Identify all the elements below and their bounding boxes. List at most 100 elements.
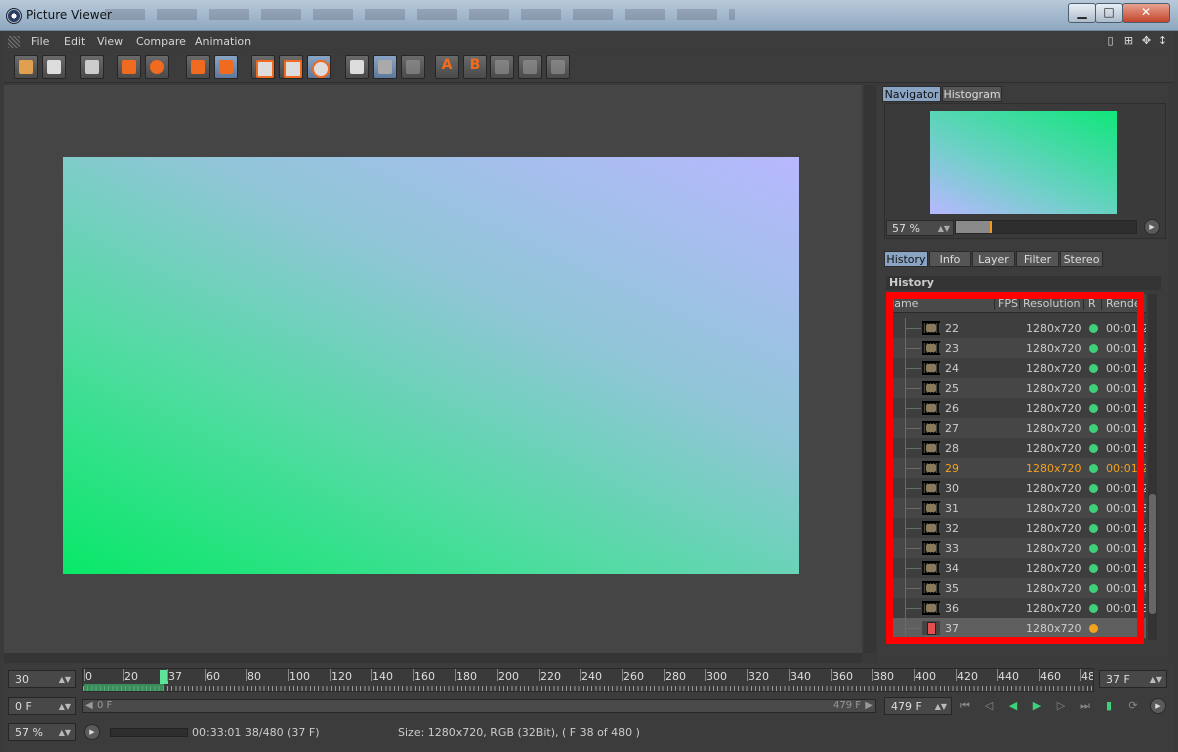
history-row[interactable]: 29 1280x720 00:01:2 bbox=[888, 458, 1146, 478]
history-scrollbar[interactable] bbox=[1148, 294, 1157, 640]
tab-info[interactable]: Info bbox=[929, 251, 971, 267]
spinner-icon[interactable]: ▲▼ bbox=[59, 671, 71, 689]
ab-split-button[interactable] bbox=[345, 55, 369, 79]
column-render[interactable]: Rende bbox=[1106, 297, 1141, 310]
tab-filter[interactable]: Filter bbox=[1016, 251, 1059, 267]
fps-field[interactable]: 30 ▲▼ bbox=[8, 670, 76, 688]
copy-button[interactable] bbox=[214, 55, 238, 79]
history-row[interactable]: 34 1280x720 00:01:3 bbox=[888, 558, 1146, 578]
loop-icon[interactable]: ⟳ bbox=[1124, 699, 1142, 713]
next-frame-icon[interactable]: ▷ bbox=[1052, 699, 1070, 713]
status-zoom-value: 57 % bbox=[15, 726, 43, 739]
history-row[interactable]: 33 1280x720 00:01:2 bbox=[888, 538, 1146, 558]
navigator-zoom-field[interactable]: 57 % ▲▼ bbox=[886, 220, 954, 236]
save-button[interactable] bbox=[42, 55, 66, 79]
ab-disabled-button[interactable] bbox=[401, 55, 425, 79]
frame-range-scrubber[interactable]: ◀ 0 F 479 F ▶ bbox=[82, 699, 876, 713]
history-row[interactable]: 26 1280x720 00:01:3 bbox=[888, 398, 1146, 418]
navigator-play-icon[interactable]: ▶ bbox=[1144, 219, 1160, 235]
menu-edit[interactable]: Edit bbox=[64, 35, 85, 48]
scrub-left-arrow-icon[interactable]: ◀ bbox=[85, 700, 93, 711]
status-play-icon[interactable]: ▶ bbox=[84, 724, 100, 740]
ab-swap-button[interactable] bbox=[373, 55, 397, 79]
menu-view[interactable]: View bbox=[97, 35, 123, 48]
ruler-tick-label: 400 bbox=[915, 670, 936, 683]
film-frame-icon bbox=[922, 461, 940, 475]
prev-frame-icon[interactable]: ◁ bbox=[980, 699, 998, 713]
maximize-button[interactable]: □ bbox=[1095, 3, 1123, 23]
column-name[interactable]: Name bbox=[888, 297, 918, 310]
menu-file[interactable]: File bbox=[31, 35, 49, 48]
open-button[interactable] bbox=[14, 55, 38, 79]
history-row[interactable]: 31 1280x720 00:01:3 bbox=[888, 498, 1146, 518]
close-button[interactable]: ✕ bbox=[1122, 3, 1170, 23]
history-row[interactable]: 30 1280x720 00:01:2 bbox=[888, 478, 1146, 498]
spinner-icon[interactable]: ▲▼ bbox=[59, 698, 71, 716]
navigator-thumbnail[interactable] bbox=[930, 111, 1117, 214]
spinner-icon[interactable]: ▲▼ bbox=[938, 221, 950, 237]
history-row[interactable]: 32 1280x720 00:01:2 bbox=[888, 518, 1146, 538]
end-frame-field[interactable]: 479 F ▲▼ bbox=[884, 697, 952, 715]
history-row[interactable]: 35 1280x720 00:01:4 bbox=[888, 578, 1146, 598]
compare-b-button[interactable]: B bbox=[463, 55, 487, 79]
layer-down-button[interactable] bbox=[117, 55, 141, 79]
timeline-options-icon[interactable]: ▶ bbox=[1150, 698, 1166, 714]
pin-panel-icon[interactable]: ↕ bbox=[1156, 34, 1169, 47]
window-title-bar: Picture Viewer ▁ □ ✕ bbox=[0, 0, 1178, 31]
start-frame-field[interactable]: 0 F ▲▼ bbox=[8, 697, 76, 715]
delete-button[interactable] bbox=[186, 55, 210, 79]
history-row[interactable]: 28 1280x720 00:01:3 bbox=[888, 438, 1146, 458]
history-row[interactable]: 36 1280x720 00:01:3 bbox=[888, 598, 1146, 618]
current-frame-field[interactable]: 37 F ▲▼ bbox=[1099, 670, 1167, 688]
panel-layout-icon[interactable]: ▯ bbox=[1104, 34, 1117, 47]
history-row[interactable]: 23 1280x720 00:01:2 bbox=[888, 338, 1146, 358]
render-button[interactable] bbox=[80, 55, 104, 79]
tab-stereo[interactable]: Stereo bbox=[1060, 251, 1103, 267]
tab-histogram[interactable]: Histogram bbox=[942, 86, 1002, 102]
rendered-image[interactable] bbox=[63, 157, 799, 574]
column-fps[interactable]: FPS bbox=[998, 297, 1018, 310]
move-panel-icon[interactable]: ✥ bbox=[1140, 34, 1153, 47]
column-resolution[interactable]: Resolution bbox=[1023, 297, 1080, 310]
user-down-button[interactable] bbox=[145, 55, 169, 79]
view-a-button[interactable] bbox=[251, 55, 275, 79]
play-backward-icon[interactable]: ◀ bbox=[1004, 699, 1022, 713]
record-icon[interactable]: ▮ bbox=[1100, 699, 1118, 713]
compare-3-button[interactable] bbox=[546, 55, 570, 79]
history-row[interactable]: 27 1280x720 00:01:2 bbox=[888, 418, 1146, 438]
column-r[interactable]: R bbox=[1088, 297, 1096, 310]
go-to-end-icon[interactable]: ⏭ bbox=[1076, 699, 1094, 713]
status-zoom-field[interactable]: 57 % ▲▼ bbox=[8, 723, 76, 741]
history-row[interactable]: 25 1280x720 00:01:2 bbox=[888, 378, 1146, 398]
history-list[interactable]: Name FPS Resolution R Rende 22 1280x720 00… bbox=[888, 294, 1146, 640]
timeline-ruler[interactable]: 0 20 37 60 80 100 120 140 160 180 200 220 240 260 280 3… bbox=[82, 668, 1094, 692]
compare-2-button[interactable] bbox=[518, 55, 542, 79]
go-to-start-icon[interactable]: ⏮ bbox=[956, 699, 974, 713]
status-dot-icon bbox=[1089, 544, 1098, 553]
compare-a-button[interactable]: A bbox=[435, 55, 459, 79]
play-forward-icon[interactable]: ▶ bbox=[1028, 699, 1046, 713]
tab-history[interactable]: History bbox=[884, 251, 928, 267]
view-ab-button[interactable] bbox=[307, 55, 331, 79]
zoom-slider-knob[interactable] bbox=[990, 221, 993, 233]
scrub-right-arrow-icon[interactable]: ▶ bbox=[865, 700, 873, 711]
history-scrollbar-thumb[interactable] bbox=[1149, 494, 1156, 614]
viewport-horizontal-scrollbar[interactable] bbox=[4, 653, 862, 663]
spinner-icon[interactable]: ▲▼ bbox=[935, 698, 947, 716]
navigator-zoom-slider[interactable] bbox=[955, 220, 1137, 234]
spinner-icon[interactable]: ▲▼ bbox=[1150, 671, 1162, 689]
minimize-button[interactable]: ▁ bbox=[1068, 3, 1096, 23]
compare-1-button[interactable] bbox=[490, 55, 514, 79]
tab-navigator[interactable]: Navigator bbox=[882, 86, 941, 102]
start-frame-value: 0 F bbox=[15, 700, 32, 713]
viewport-vertical-scrollbar[interactable] bbox=[864, 85, 876, 653]
menu-compare[interactable]: Compare bbox=[136, 35, 186, 48]
tab-layer[interactable]: Layer bbox=[972, 251, 1015, 267]
menu-animation[interactable]: Animation bbox=[195, 35, 251, 48]
view-b-button[interactable] bbox=[279, 55, 303, 79]
new-panel-icon[interactable]: ⊞ bbox=[1122, 34, 1135, 47]
history-row[interactable]: 22 1280x720 00:01:2 bbox=[888, 318, 1146, 338]
history-row[interactable]: 24 1280x720 00:01:2 bbox=[888, 358, 1146, 378]
spinner-icon[interactable]: ▲▼ bbox=[59, 724, 71, 742]
history-row[interactable]: 37 1280x720 bbox=[888, 618, 1146, 638]
